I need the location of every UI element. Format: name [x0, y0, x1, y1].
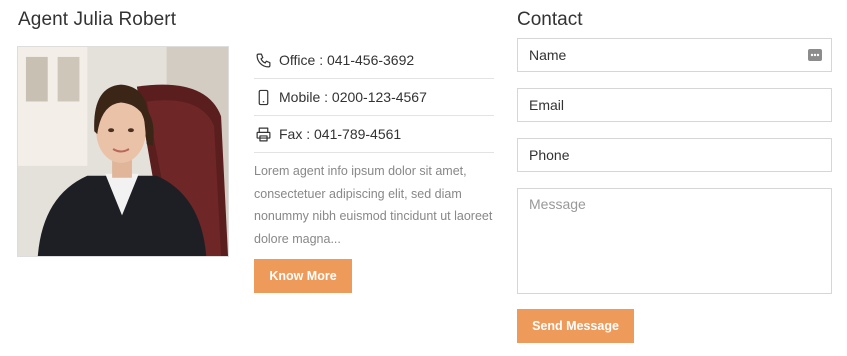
contact-heading: Contact — [517, 9, 583, 30]
printer-icon — [254, 125, 272, 143]
office-phone-row: Office : 041-456-3692 — [254, 42, 494, 79]
office-phone-text: Office : 041-456-3692 — [279, 52, 415, 68]
agent-photo — [17, 46, 229, 257]
message-placeholder: Message — [529, 196, 586, 212]
agent-info: Office : 041-456-3692 Mobile : 0200-123-… — [254, 42, 494, 250]
name-placeholder: Name — [529, 47, 567, 63]
mobile-icon — [254, 88, 272, 106]
name-input[interactable]: Name — [517, 38, 832, 72]
mobile-phone-row: Mobile : 0200-123-4567 — [254, 79, 494, 116]
phone-icon — [254, 51, 272, 69]
mobile-phone-text: Mobile : 0200-123-4567 — [279, 89, 427, 105]
phone-input[interactable]: Phone — [517, 138, 832, 172]
agent-description: Lorem agent info ipsum dolor sit amet, c… — [254, 164, 493, 246]
agent-name-heading: Agent Julia Robert — [18, 9, 177, 30]
autofill-key-icon[interactable] — [808, 48, 822, 62]
fax-row: Fax : 041-789-4561 — [254, 116, 494, 153]
send-message-button[interactable]: Send Message — [517, 309, 634, 343]
agent-portrait-image — [18, 47, 228, 256]
fax-text: Fax : 041-789-4561 — [279, 126, 402, 142]
phone-placeholder: Phone — [529, 147, 570, 163]
message-textarea[interactable]: Message — [517, 188, 832, 294]
email-placeholder: Email — [529, 97, 565, 113]
email-input[interactable]: Email — [517, 88, 832, 122]
know-more-button[interactable]: Know More — [254, 259, 352, 293]
